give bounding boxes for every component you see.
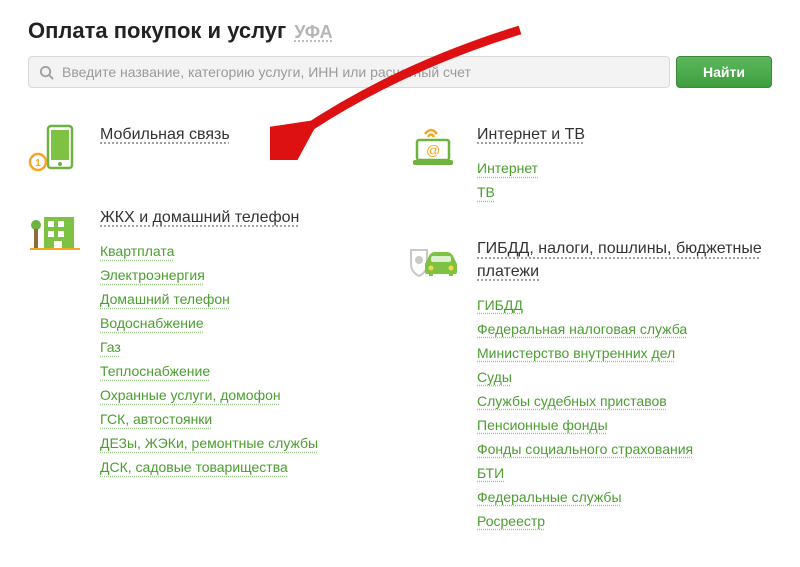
link-electro[interactable]: Электроэнергия xyxy=(100,267,205,283)
link-social[interactable]: Фонды социального страхования xyxy=(477,441,693,457)
link-kvartplata[interactable]: Квартплата xyxy=(100,243,174,259)
internet-links: Интернет ТВ xyxy=(477,160,772,202)
gibdd-links: ГИБДД Федеральная налоговая служба Минис… xyxy=(477,297,772,531)
category-mobile[interactable]: Мобильная связь xyxy=(100,124,230,146)
link-dsk[interactable]: ДСК, садовые товарищества xyxy=(100,459,288,475)
category-zhkh[interactable]: ЖКХ и домашний телефон xyxy=(100,207,299,229)
car-shield-icon xyxy=(405,238,461,537)
link-mvd[interactable]: Министерство внутренних дел xyxy=(477,345,675,361)
link-fns[interactable]: Федеральная налоговая служба xyxy=(477,321,687,337)
link-tv[interactable]: ТВ xyxy=(477,184,495,200)
search-input[interactable] xyxy=(62,64,659,80)
link-pension[interactable]: Пенсионные фонды xyxy=(477,417,608,433)
link-dez[interactable]: ДЕЗы, ЖЭКи, ремонтные службы xyxy=(100,435,318,451)
city-link[interactable]: УФА xyxy=(294,22,332,43)
link-rosreestr[interactable]: Росреестр xyxy=(477,513,545,529)
link-security[interactable]: Охранные услуги, домофон xyxy=(100,387,281,403)
link-gsk[interactable]: ГСК, автостоянки xyxy=(100,411,212,427)
category-internet[interactable]: Интернет и ТВ xyxy=(477,124,585,146)
mobile-phone-icon: 1 xyxy=(28,124,84,177)
link-internet[interactable]: Интернет xyxy=(477,160,538,176)
zhkh-links: Квартплата Электроэнергия Домашний телеф… xyxy=(100,243,395,477)
laptop-wifi-icon: @ xyxy=(405,124,461,208)
svg-text:1: 1 xyxy=(35,158,41,169)
link-gibdd[interactable]: ГИБДД xyxy=(477,297,523,313)
link-pristav[interactable]: Службы судебных приставов xyxy=(477,393,667,409)
house-icon xyxy=(28,207,84,483)
svg-text:@: @ xyxy=(426,142,440,158)
link-home-phone[interactable]: Домашний телефон xyxy=(100,291,230,307)
category-gibdd[interactable]: ГИБДД, налоги, пошлины, бюджетные платеж… xyxy=(477,238,772,283)
link-water[interactable]: Водоснабжение xyxy=(100,315,204,331)
search-box[interactable] xyxy=(28,56,670,88)
search-button[interactable]: Найти xyxy=(676,56,772,88)
link-heat[interactable]: Теплоснабжение xyxy=(100,363,210,379)
link-courts[interactable]: Суды xyxy=(477,369,512,385)
search-icon xyxy=(39,65,54,80)
link-bti[interactable]: БТИ xyxy=(477,465,504,481)
link-gas[interactable]: Газ xyxy=(100,339,121,355)
page-title: Оплата покупок и услуг xyxy=(28,18,286,44)
link-federal[interactable]: Федеральные службы xyxy=(477,489,622,505)
